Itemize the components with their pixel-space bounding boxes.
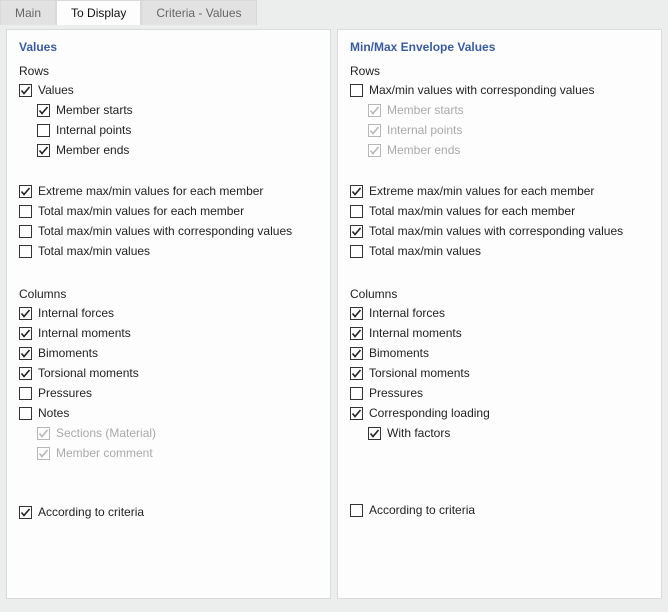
- checkbox-internal-moments-r[interactable]: [350, 327, 363, 340]
- checkbox-internal-forces[interactable]: [19, 307, 32, 320]
- content-area: Values Rows Values Member starts Interna…: [0, 25, 668, 605]
- checkbox-total-corresponding[interactable]: [19, 225, 32, 238]
- checkbox-notes[interactable]: [19, 407, 32, 420]
- label-total-each-r: Total max/min values for each member: [369, 203, 575, 220]
- label-member-ends: Member ends: [56, 142, 129, 159]
- label-corresponding-loading: Corresponding loading: [369, 405, 490, 422]
- label-according-to-criteria-r: According to criteria: [369, 502, 475, 519]
- checkbox-sections-material: [37, 427, 50, 440]
- tab-to-display[interactable]: To Display: [56, 0, 141, 25]
- label-bimoments: Bimoments: [38, 345, 98, 362]
- checkbox-member-starts-r: [368, 104, 381, 117]
- columns-label: Columns: [19, 287, 318, 301]
- rows-label-right: Rows: [350, 64, 649, 78]
- label-member-starts-r: Member starts: [387, 102, 464, 119]
- checkbox-values[interactable]: [19, 84, 32, 97]
- panel-envelope: Min/Max Envelope Values Rows Max/min val…: [337, 29, 662, 599]
- rows-label: Rows: [19, 64, 318, 78]
- label-torsional-moments: Torsional moments: [38, 365, 139, 382]
- checkbox-total-r[interactable]: [350, 245, 363, 258]
- checkbox-internal-points[interactable]: [37, 124, 50, 137]
- checkbox-pressures[interactable]: [19, 387, 32, 400]
- label-sections-material: Sections (Material): [56, 425, 156, 442]
- checkbox-bimoments[interactable]: [19, 347, 32, 360]
- checkbox-internal-points-r: [368, 124, 381, 137]
- label-notes: Notes: [38, 405, 69, 422]
- label-total-corresponding: Total max/min values with corresponding …: [38, 223, 292, 240]
- checkbox-bimoments-r[interactable]: [350, 347, 363, 360]
- label-internal-points-r: Internal points: [387, 122, 462, 139]
- label-internal-forces: Internal forces: [38, 305, 114, 322]
- checkbox-member-comment: [37, 447, 50, 460]
- checkbox-according-to-criteria-r[interactable]: [350, 504, 363, 517]
- label-internal-moments: Internal moments: [38, 325, 131, 342]
- checkbox-with-factors[interactable]: [368, 427, 381, 440]
- checkbox-torsional-moments-r[interactable]: [350, 367, 363, 380]
- checkbox-total-each[interactable]: [19, 205, 32, 218]
- label-maxmin-corresponding: Max/min values with corresponding values: [369, 82, 594, 99]
- label-member-starts: Member starts: [56, 102, 133, 119]
- checkbox-member-ends[interactable]: [37, 144, 50, 157]
- checkbox-internal-moments[interactable]: [19, 327, 32, 340]
- checkbox-pressures-r[interactable]: [350, 387, 363, 400]
- label-total-each: Total max/min values for each member: [38, 203, 244, 220]
- label-bimoments-r: Bimoments: [369, 345, 429, 362]
- label-according-to-criteria: According to criteria: [38, 504, 144, 521]
- tab-criteria-values[interactable]: Criteria - Values: [141, 0, 256, 25]
- columns-label-right: Columns: [350, 287, 649, 301]
- panel-values: Values Rows Values Member starts Interna…: [6, 29, 331, 599]
- checkbox-member-ends-r: [368, 144, 381, 157]
- label-values: Values: [38, 82, 74, 99]
- tab-bar: Main To Display Criteria - Values: [0, 0, 668, 25]
- label-internal-moments-r: Internal moments: [369, 325, 462, 342]
- label-total-corresponding-r: Total max/min values with corresponding …: [369, 223, 623, 240]
- label-with-factors: With factors: [387, 425, 450, 442]
- label-total-r: Total max/min values: [369, 243, 481, 260]
- panel-title-envelope: Min/Max Envelope Values: [350, 40, 649, 54]
- checkbox-total-corresponding-r[interactable]: [350, 225, 363, 238]
- label-torsional-moments-r: Torsional moments: [369, 365, 470, 382]
- checkbox-internal-forces-r[interactable]: [350, 307, 363, 320]
- checkbox-torsional-moments[interactable]: [19, 367, 32, 380]
- label-pressures: Pressures: [38, 385, 92, 402]
- label-total: Total max/min values: [38, 243, 150, 260]
- checkbox-member-starts[interactable]: [37, 104, 50, 117]
- checkbox-extreme-each[interactable]: [19, 185, 32, 198]
- label-member-comment: Member comment: [56, 445, 153, 462]
- checkbox-maxmin-corresponding[interactable]: [350, 84, 363, 97]
- checkbox-according-to-criteria[interactable]: [19, 506, 32, 519]
- label-internal-forces-r: Internal forces: [369, 305, 445, 322]
- checkbox-extreme-each-r[interactable]: [350, 185, 363, 198]
- tab-main[interactable]: Main: [0, 0, 56, 25]
- panel-title-values: Values: [19, 40, 318, 54]
- label-internal-points: Internal points: [56, 122, 131, 139]
- checkbox-total-each-r[interactable]: [350, 205, 363, 218]
- checkbox-total[interactable]: [19, 245, 32, 258]
- label-extreme-each: Extreme max/min values for each member: [38, 183, 263, 200]
- label-member-ends-r: Member ends: [387, 142, 460, 159]
- label-extreme-each-r: Extreme max/min values for each member: [369, 183, 594, 200]
- checkbox-corresponding-loading[interactable]: [350, 407, 363, 420]
- label-pressures-r: Pressures: [369, 385, 423, 402]
